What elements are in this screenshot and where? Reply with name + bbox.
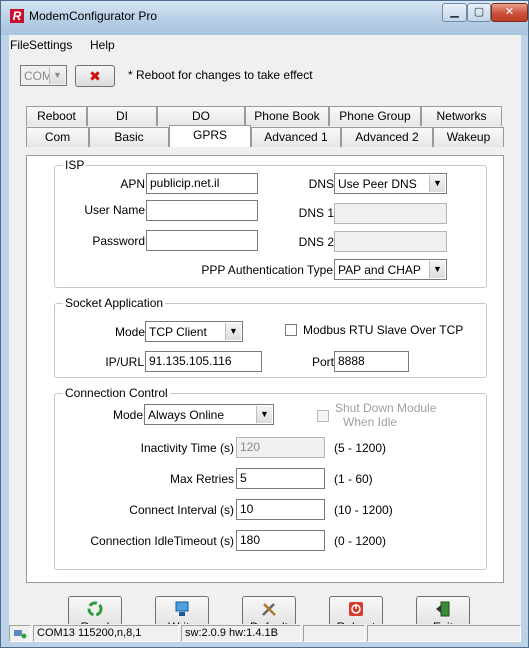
- ip-url-label: IP/URL: [105, 355, 144, 369]
- dns-select[interactable]: Use Peer DNS ▼: [334, 173, 447, 194]
- idle-timeout-range: (0 - 1200): [334, 534, 387, 548]
- ip-url-input[interactable]: 91.135.105.116: [145, 351, 262, 372]
- modbus-checkbox[interactable]: [285, 324, 297, 336]
- toolbar: COM13 ▼ ✖ * Reboot for changes to take e…: [9, 57, 521, 91]
- chevron-down-icon: ▼: [429, 175, 445, 192]
- password-label: Password: [92, 234, 145, 248]
- power-icon: [330, 600, 382, 620]
- connection-status-text: COM13 115200,n,8,1: [33, 625, 179, 642]
- exit-door-icon: [417, 600, 469, 620]
- app-logo-icon: R: [10, 9, 24, 23]
- title-bar[interactable]: R ModemConfigurator Pro ▁ ▢ ✕: [1, 1, 528, 35]
- clear-port-button[interactable]: ✖: [75, 65, 115, 87]
- idle-timeout-input[interactable]: 180: [236, 530, 325, 551]
- port-label: Port: [311, 355, 334, 369]
- tab-reboot[interactable]: Reboot: [26, 106, 87, 126]
- client-area: File Settings Help COM13 ▼ ✖ * Reboot fo…: [9, 35, 521, 642]
- shutdown-idle-label-line2: When Idle: [343, 415, 398, 429]
- idle-timeout-label: Connection IdleTimeout (s): [90, 534, 234, 548]
- ppp-auth-select-value: PAP and CHAP: [338, 263, 421, 277]
- status-cell-empty-2: [367, 625, 521, 642]
- connect-interval-label: Connect Interval (s): [129, 503, 234, 517]
- tab-wakeup[interactable]: Wakeup: [433, 127, 504, 147]
- socket-mode-select[interactable]: TCP Client ▼: [145, 321, 243, 342]
- ppp-auth-label: PPP Authentication Type: [201, 263, 333, 277]
- max-retries-input[interactable]: 5: [236, 468, 325, 489]
- dns2-input[interactable]: [334, 231, 447, 252]
- dns2-label: DNS 2: [298, 235, 334, 249]
- username-label: User Name: [84, 203, 145, 217]
- socket-legend: Socket Application: [65, 296, 164, 310]
- password-input[interactable]: [146, 230, 258, 251]
- tab-di[interactable]: DI: [87, 106, 157, 126]
- ppp-auth-select[interactable]: PAP and CHAP ▼: [334, 259, 447, 280]
- dns1-input[interactable]: [334, 203, 447, 224]
- inactivity-time-input[interactable]: 120: [236, 437, 325, 458]
- socket-mode-select-value: TCP Client: [149, 325, 207, 339]
- shutdown-idle-label-line1: Shut Down Module: [335, 401, 437, 415]
- chevron-down-icon: ▼: [256, 406, 272, 423]
- main-window: R ModemConfigurator Pro ▁ ▢ ✕ File Setti…: [0, 0, 529, 648]
- shutdown-idle-checkbox[interactable]: [317, 410, 329, 422]
- reboot-note: * Reboot for changes to take effect: [128, 68, 313, 82]
- tab-com[interactable]: Com: [26, 127, 89, 147]
- tab-phone-book[interactable]: Phone Book: [245, 106, 329, 126]
- close-button[interactable]: ✕: [491, 3, 528, 22]
- socket-mode-label: Mode: [114, 325, 145, 339]
- menu-help[interactable]: Help: [90, 38, 115, 52]
- connection-mode-select[interactable]: Always Online ▼: [144, 404, 274, 425]
- status-bar: COM13 115200,n,8,1 sw:2.0.9 hw:1.4.1B: [9, 624, 521, 642]
- tools-icon: [243, 600, 295, 620]
- tab-basic[interactable]: Basic: [89, 127, 169, 147]
- minimize-button[interactable]: ▁: [442, 3, 467, 22]
- version-status-text: sw:2.0.9 hw:1.4.1B: [181, 625, 301, 642]
- recycle-icon: [69, 600, 121, 620]
- dns-label: DNS: [308, 177, 334, 191]
- tab-gprs[interactable]: GPRS: [169, 125, 251, 147]
- maximize-button[interactable]: ▢: [467, 3, 491, 22]
- chevron-down-icon: ▼: [49, 67, 65, 84]
- connection-mode-label: Mode: [112, 408, 143, 422]
- connection-mode-select-value: Always Online: [148, 408, 225, 422]
- apn-input[interactable]: publicip.net.il: [146, 173, 258, 194]
- tab-do[interactable]: DO: [157, 106, 245, 126]
- max-retries-range: (1 - 60): [334, 472, 373, 486]
- tab-advanced-1[interactable]: Advanced 1: [251, 127, 341, 147]
- max-retries-label: Max Retries: [169, 472, 234, 486]
- connection-legend: Connection Control: [65, 386, 168, 400]
- menu-settings[interactable]: Settings: [29, 38, 72, 52]
- apn-label: APN: [120, 177, 145, 191]
- tab-networks[interactable]: Networks: [421, 106, 502, 126]
- dns1-label: DNS 1: [298, 206, 334, 220]
- menu-file[interactable]: File: [10, 38, 29, 52]
- isp-legend: ISP: [65, 158, 85, 172]
- gprs-panel: ISP APN publicip.net.il DNS Use Peer DNS…: [26, 155, 504, 583]
- inactivity-time-range: (5 - 1200): [334, 441, 387, 455]
- port-select[interactable]: COM13 ▼: [20, 65, 67, 86]
- window-title: ModemConfigurator Pro: [29, 9, 158, 23]
- connection-status-icon: [9, 625, 31, 642]
- port-input[interactable]: 8888: [334, 351, 409, 372]
- connect-interval-range: (10 - 1200): [334, 503, 393, 517]
- dns-select-value: Use Peer DNS: [338, 177, 417, 191]
- username-input[interactable]: [146, 200, 258, 221]
- menu-bar: File Settings Help: [9, 35, 521, 55]
- status-cell-empty-1: [303, 625, 365, 642]
- chevron-down-icon: ▼: [225, 323, 241, 340]
- tab-advanced-2[interactable]: Advanced 2: [341, 127, 433, 147]
- modbus-label: Modbus RTU Slave Over TCP: [303, 323, 464, 337]
- connect-interval-input[interactable]: 10: [236, 499, 325, 520]
- computer-icon: [156, 600, 208, 620]
- inactivity-time-label: Inactivity Time (s): [140, 441, 234, 455]
- tab-phone-group[interactable]: Phone Group: [329, 106, 421, 126]
- chevron-down-icon: ▼: [429, 261, 445, 278]
